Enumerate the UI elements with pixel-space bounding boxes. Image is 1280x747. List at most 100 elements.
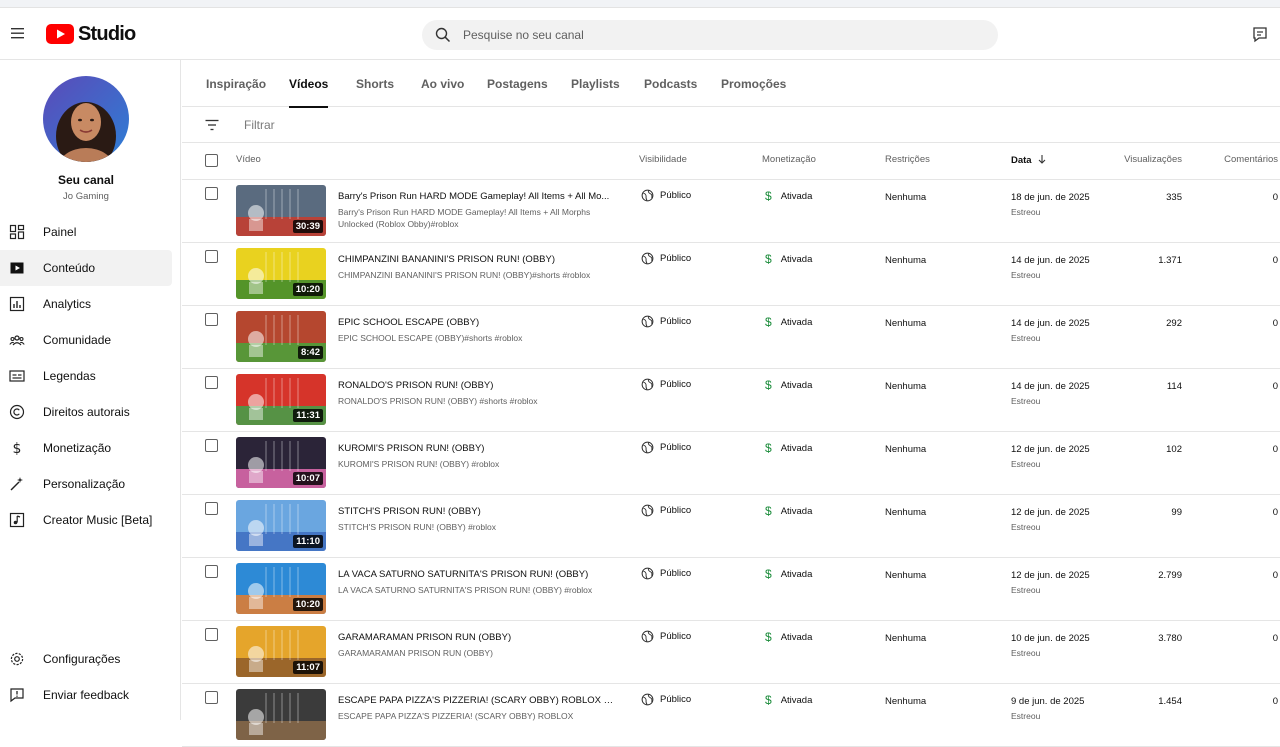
row-checkbox[interactable] [205,439,218,452]
video-title[interactable]: EPIC SCHOOL ESCAPE (OBBY) [338,317,614,328]
video-row[interactable]: 11:31 RONALDO'S PRISON RUN! (OBBY) RONAL… [182,369,1280,432]
video-row[interactable]: 10:20 CHIMPANZINI BANANINI'S PRISON RUN!… [182,243,1280,306]
nav-item-enviar-feedback[interactable]: Enviar feedback [0,677,172,713]
monetization-cell[interactable]: $ Ativada [765,504,812,518]
visibility-cell[interactable]: Público [641,252,691,265]
nav-item-legendas[interactable]: Legendas [0,358,172,394]
video-thumbnail[interactable]: 10:20 [236,248,326,299]
monetization-cell[interactable]: $ Ativada [765,252,812,266]
video-thumbnail[interactable] [236,689,326,740]
tab-inspiracao[interactable]: Inspiração [206,60,266,107]
video-row[interactable]: 30:39 Barry's Prison Run HARD MODE Gamep… [182,180,1280,243]
column-header-visibility[interactable]: Visibilidade [639,154,687,165]
select-all-checkbox[interactable] [205,154,218,167]
row-checkbox[interactable] [205,502,218,515]
column-header-monetization[interactable]: Monetização [762,154,816,165]
visibility-cell[interactable]: Público [641,441,691,454]
video-title[interactable]: GARAMARAMAN PRISON RUN (OBBY) [338,632,614,643]
channel-avatar[interactable] [43,76,129,162]
nav-item-analytics[interactable]: Analytics [0,286,172,322]
studio-logo[interactable]: Studio [46,22,136,46]
filter-icon[interactable] [204,117,220,133]
visibility-cell[interactable]: Público [641,315,691,328]
video-title[interactable]: LA VACA SATURNO SATURNITA'S PRISON RUN! … [338,569,614,580]
video-row[interactable]: 11:07 GARAMARAMAN PRISON RUN (OBBY) GARA… [182,621,1280,684]
video-title[interactable]: STITCH'S PRISON RUN! (OBBY) [338,506,614,517]
video-title[interactable]: KUROMI'S PRISON RUN! (OBBY) [338,443,614,454]
monetization-cell[interactable]: $ Ativada [765,693,812,707]
video-thumbnail[interactable]: 11:07 [236,626,326,677]
nav-item-personalizacao[interactable]: Personalização [0,466,172,502]
filter-bar [182,107,1280,143]
row-checkbox[interactable] [205,250,218,263]
video-title[interactable]: CHIMPANZINI BANANINI'S PRISON RUN! (OBBY… [338,254,614,265]
video-thumbnail[interactable]: 10:20 [236,563,326,614]
visibility-cell[interactable]: Público [641,378,691,391]
restrictions-cell[interactable]: Nenhuma [885,570,926,581]
search-input[interactable] [463,28,963,42]
nav-item-monetizacao[interactable]: $ Monetização [0,430,172,466]
row-checkbox[interactable] [205,628,218,641]
video-thumbnail[interactable]: 30:39 [236,185,326,236]
visibility-cell[interactable]: Público [641,567,691,580]
restrictions-cell[interactable]: Nenhuma [885,633,926,644]
row-checkbox[interactable] [205,565,218,578]
restrictions-cell[interactable]: Nenhuma [885,255,926,266]
visibility-cell[interactable]: Público [641,693,691,706]
video-thumbnail[interactable]: 10:07 [236,437,326,488]
column-header-date[interactable]: Data [1011,154,1047,166]
nav-item-conteudo[interactable]: Conteúdo [0,250,172,286]
restrictions-cell[interactable]: Nenhuma [885,192,926,203]
nav-item-configuracoes[interactable]: Configurações [0,641,172,677]
video-row[interactable]: 10:20 LA VACA SATURNO SATURNITA'S PRISON… [182,558,1280,621]
restrictions-cell[interactable]: Nenhuma [885,696,926,707]
video-thumbnail[interactable]: 11:10 [236,500,326,551]
nav-item-painel[interactable]: Painel [0,214,172,250]
tab-promocoes[interactable]: Promoções [721,60,786,107]
row-checkbox[interactable] [205,691,218,704]
column-header-comments[interactable]: Comentários [1224,154,1278,165]
hamburger-menu-icon[interactable] [8,22,30,44]
nav-item-comunidade[interactable]: Comunidade [0,322,172,358]
video-row[interactable]: 11:10 STITCH'S PRISON RUN! (OBBY) STITCH… [182,495,1280,558]
monetization-cell[interactable]: $ Ativada [765,315,812,329]
nav-item-direitos-autorais[interactable]: Direitos autorais [0,394,172,430]
tab-postagens[interactable]: Postagens [487,60,548,107]
monetization-cell[interactable]: $ Ativada [765,189,812,203]
video-thumbnail[interactable]: 8:42 [236,311,326,362]
search-bar[interactable] [422,20,998,50]
video-row[interactable]: ESCAPE PAPA PIZZA'S PIZZERIA! (SCARY OBB… [182,684,1280,747]
visibility-cell[interactable]: Público [641,189,691,202]
monetization-cell[interactable]: $ Ativada [765,630,812,644]
restrictions-cell[interactable]: Nenhuma [885,318,926,329]
restrictions-cell[interactable]: Nenhuma [885,507,926,518]
comments-cell: 0 [1272,444,1278,455]
nav-item-creator-music[interactable]: Creator Music [Beta] [0,502,172,538]
row-checkbox[interactable] [205,187,218,200]
tab-videos[interactable]: Vídeos [289,60,329,108]
row-checkbox[interactable] [205,313,218,326]
video-row[interactable]: 8:42 EPIC SCHOOL ESCAPE (OBBY) EPIC SCHO… [182,306,1280,369]
tab-playlists[interactable]: Playlists [571,60,620,107]
monetization-cell[interactable]: $ Ativada [765,567,812,581]
visibility-cell[interactable]: Público [641,630,691,643]
tab-ao-vivo[interactable]: Ao vivo [421,60,464,107]
monetization-cell[interactable]: $ Ativada [765,378,812,392]
video-title[interactable]: Barry's Prison Run HARD MODE Gameplay! A… [338,191,614,202]
filter-input[interactable] [244,115,544,135]
visibility-cell[interactable]: Público [641,504,691,517]
video-title[interactable]: ESCAPE PAPA PIZZA'S PIZZERIA! (SCARY OBB… [338,695,614,706]
video-thumbnail[interactable]: 11:31 [236,374,326,425]
feedback-chat-icon[interactable] [1250,25,1270,45]
tab-shorts[interactable]: Shorts [356,60,394,107]
column-header-views[interactable]: Visualizações [1124,154,1182,165]
restrictions-cell[interactable]: Nenhuma [885,444,926,455]
video-title[interactable]: RONALDO'S PRISON RUN! (OBBY) [338,380,614,391]
restrictions-cell[interactable]: Nenhuma [885,381,926,392]
monetization-cell[interactable]: $ Ativada [765,441,812,455]
column-header-restrictions[interactable]: Restrições [885,154,930,165]
video-duration: 11:31 [293,409,323,422]
row-checkbox[interactable] [205,376,218,389]
tab-podcasts[interactable]: Podcasts [644,60,697,107]
video-row[interactable]: 10:07 KUROMI'S PRISON RUN! (OBBY) KUROMI… [182,432,1280,495]
